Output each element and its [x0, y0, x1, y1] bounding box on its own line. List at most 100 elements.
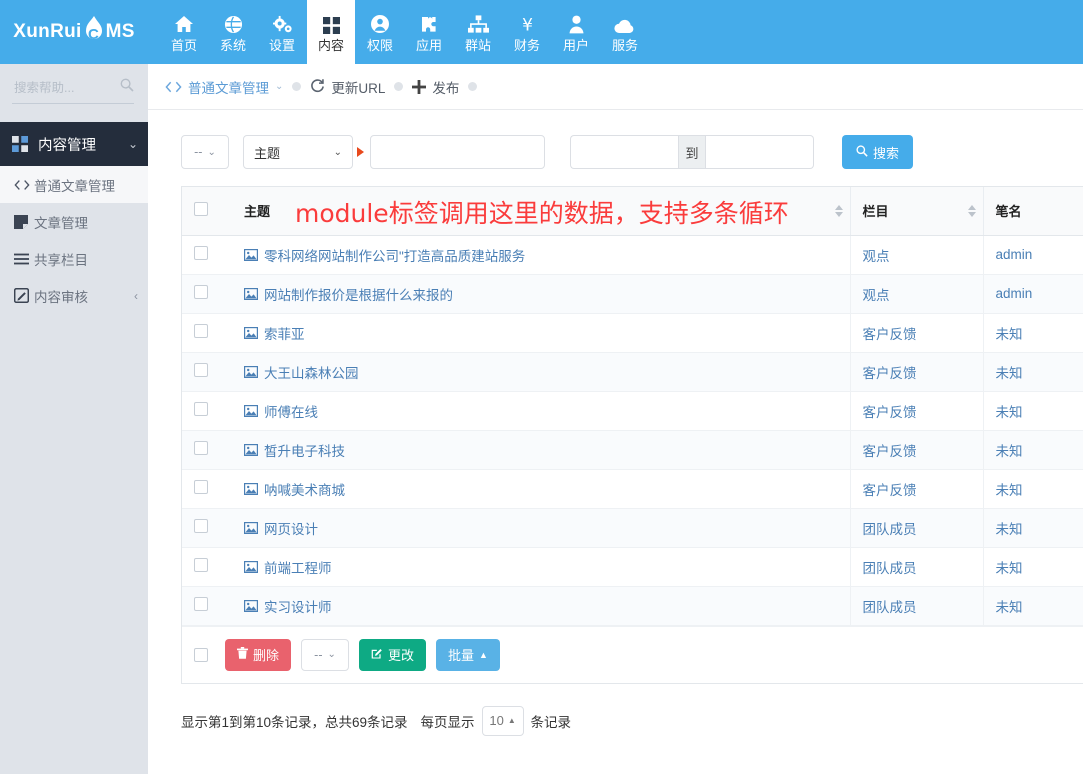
row-title-link[interactable]: 皙升电子科技 [264, 440, 345, 460]
sidebar-item-article-management[interactable]: 文章管理 [0, 203, 148, 240]
row-title-cell: 零科网络网站制作公司"打造高品质建站服务 [232, 235, 850, 275]
breadcrumb-publish-label: 发布 [432, 80, 460, 96]
row-select-cell [182, 586, 232, 626]
row-checkbox[interactable] [194, 558, 208, 572]
row-title-link[interactable]: 实习设计师 [264, 596, 332, 616]
pointer-marker-icon [357, 147, 364, 157]
header-penname-label: 笔名 [995, 204, 1022, 220]
batch-button[interactable]: 批量 ▲ [436, 638, 500, 671]
filter-toolbar: -- ⌄ 主题 ⌄ 到 搜索 [181, 134, 1083, 170]
logo-text-left: XunRui [13, 21, 82, 42]
row-title-link[interactable]: 呐喊美术商城 [264, 479, 345, 499]
row-checkbox[interactable] [194, 285, 208, 299]
header-column-penname[interactable]: 笔名 [982, 187, 1083, 236]
app-logo[interactable]: XunRui C MS [0, 0, 148, 64]
row-category-cell: 客户反馈 [849, 313, 983, 353]
search-button[interactable]: 搜索 [842, 135, 914, 169]
nav-item-sitegroup[interactable]: 群站 [454, 0, 502, 64]
row-checkbox[interactable] [194, 246, 208, 260]
cloud-icon [614, 12, 636, 34]
row-title-cell: 师傅在线 [232, 391, 850, 431]
home-icon [174, 12, 194, 34]
move-target-value: -- [314, 647, 323, 662]
row-checkbox[interactable] [194, 324, 208, 338]
row-title-link[interactable]: 前端工程师 [264, 557, 332, 577]
sidebar-item-normal-article-management[interactable]: 普通文章管理 [0, 166, 148, 203]
row-title-link[interactable]: 大王山森林公园 [264, 362, 359, 382]
nav-item-home[interactable]: 首页 [160, 0, 208, 64]
row-title-link[interactable]: 零科网络网站制作公司"打造高品质建站服务 [264, 245, 525, 265]
row-checkbox[interactable] [194, 441, 208, 455]
nav-item-content[interactable]: 内容 [307, 0, 355, 64]
nav-item-application[interactable]: 应用 [405, 0, 453, 64]
move-target-select[interactable]: -- ⌄ [301, 638, 350, 671]
nav-item-sitegroup-label: 群站 [464, 38, 491, 53]
image-icon [244, 248, 258, 261]
field-select[interactable]: 主题 ⌄ [243, 135, 353, 169]
plus-icon [412, 79, 427, 94]
header-column-title[interactable]: 主题 [232, 187, 850, 236]
footer-select-all-checkbox[interactable] [194, 647, 208, 662]
nav-item-settings-label: 设置 [268, 38, 295, 53]
row-penname-cell: 未知 [982, 391, 1083, 431]
nav-item-permission-label: 权限 [366, 38, 393, 53]
scope-select[interactable]: -- ⌄ [181, 135, 229, 169]
sidebar-item-content-review[interactable]: 内容审核 ‹ [0, 277, 148, 314]
sidebar-group-content-management[interactable]: 内容管理 ⌄ [0, 122, 158, 166]
breadcrumb-title-link[interactable]: 普通文章管理 ⌄ [165, 77, 283, 97]
sort-toggle-icon[interactable] [834, 204, 843, 217]
row-category-cell: 客户反馈 [849, 430, 983, 470]
row-checkbox[interactable] [194, 597, 208, 611]
top-navigation-bar: XunRui C MS 首页 系统 设置 内容 权限 应用 群站 ¥ 财务 用户… [0, 0, 1083, 64]
nav-item-application-label: 应用 [415, 38, 442, 53]
per-page-select[interactable]: 10 ▲ [481, 705, 524, 736]
records-label: 条记录 [530, 714, 572, 730]
row-title-link[interactable]: 索菲亚 [264, 323, 305, 343]
note-icon [14, 214, 34, 229]
date-from-input[interactable] [570, 135, 678, 169]
select-all-checkbox[interactable] [194, 202, 208, 217]
user-circle-icon [370, 12, 390, 34]
image-icon [244, 443, 258, 456]
search-icon[interactable] [120, 78, 134, 97]
trash-icon [237, 647, 248, 662]
row-title-link[interactable]: 网站制作报价是根据什么来报的 [264, 284, 453, 304]
sidebar-item-label: 普通文章管理 [34, 178, 115, 194]
delete-button[interactable]: 删除 [225, 638, 292, 671]
nav-item-settings[interactable]: 设置 [258, 0, 306, 64]
nav-item-system[interactable]: 系统 [209, 0, 257, 64]
row-select-cell [182, 430, 232, 470]
breadcrumb-separator-dot [468, 82, 478, 91]
row-checkbox[interactable] [194, 480, 208, 494]
keyword-input[interactable] [370, 135, 545, 169]
chevron-down-icon: ⌄ [127, 137, 138, 151]
breadcrumb-separator-dot [292, 82, 302, 91]
gears-icon [272, 12, 293, 34]
breadcrumb-refresh-url[interactable]: 更新URL [310, 77, 385, 97]
row-penname-cell: 未知 [982, 547, 1083, 587]
nav-item-permission[interactable]: 权限 [356, 0, 404, 64]
search-input[interactable] [12, 79, 108, 96]
sort-toggle-icon[interactable] [967, 204, 976, 217]
nav-item-service[interactable]: 服务 [601, 0, 649, 64]
row-title-link[interactable]: 师傅在线 [264, 401, 318, 421]
date-to-input[interactable] [706, 135, 814, 169]
row-category-cell: 团队成员 [849, 508, 983, 548]
edit-button[interactable]: 更改 [359, 638, 427, 671]
sidebar-item-shared-columns[interactable]: 共享栏目 [0, 240, 148, 277]
chevron-left-icon[interactable]: ‹ [134, 289, 138, 303]
header-column-category[interactable]: 栏目 [849, 187, 983, 236]
edit-button-label: 更改 [388, 648, 415, 663]
row-penname-cell: 未知 [982, 352, 1083, 392]
nav-item-finance[interactable]: ¥ 财务 [503, 0, 551, 64]
row-checkbox[interactable] [194, 363, 208, 377]
row-title-cell: 网站制作报价是根据什么来报的 [232, 274, 850, 314]
code-icon [14, 179, 34, 191]
row-title-link[interactable]: 网页设计 [264, 518, 318, 538]
breadcrumb-publish[interactable]: 发布 [412, 77, 459, 97]
nav-item-user[interactable]: 用户 [552, 0, 600, 64]
row-checkbox[interactable] [194, 519, 208, 533]
chevron-double-down-icon[interactable]: ⌄ [275, 81, 283, 92]
row-checkbox[interactable] [194, 402, 208, 416]
row-penname-cell: 未知 [982, 430, 1083, 470]
